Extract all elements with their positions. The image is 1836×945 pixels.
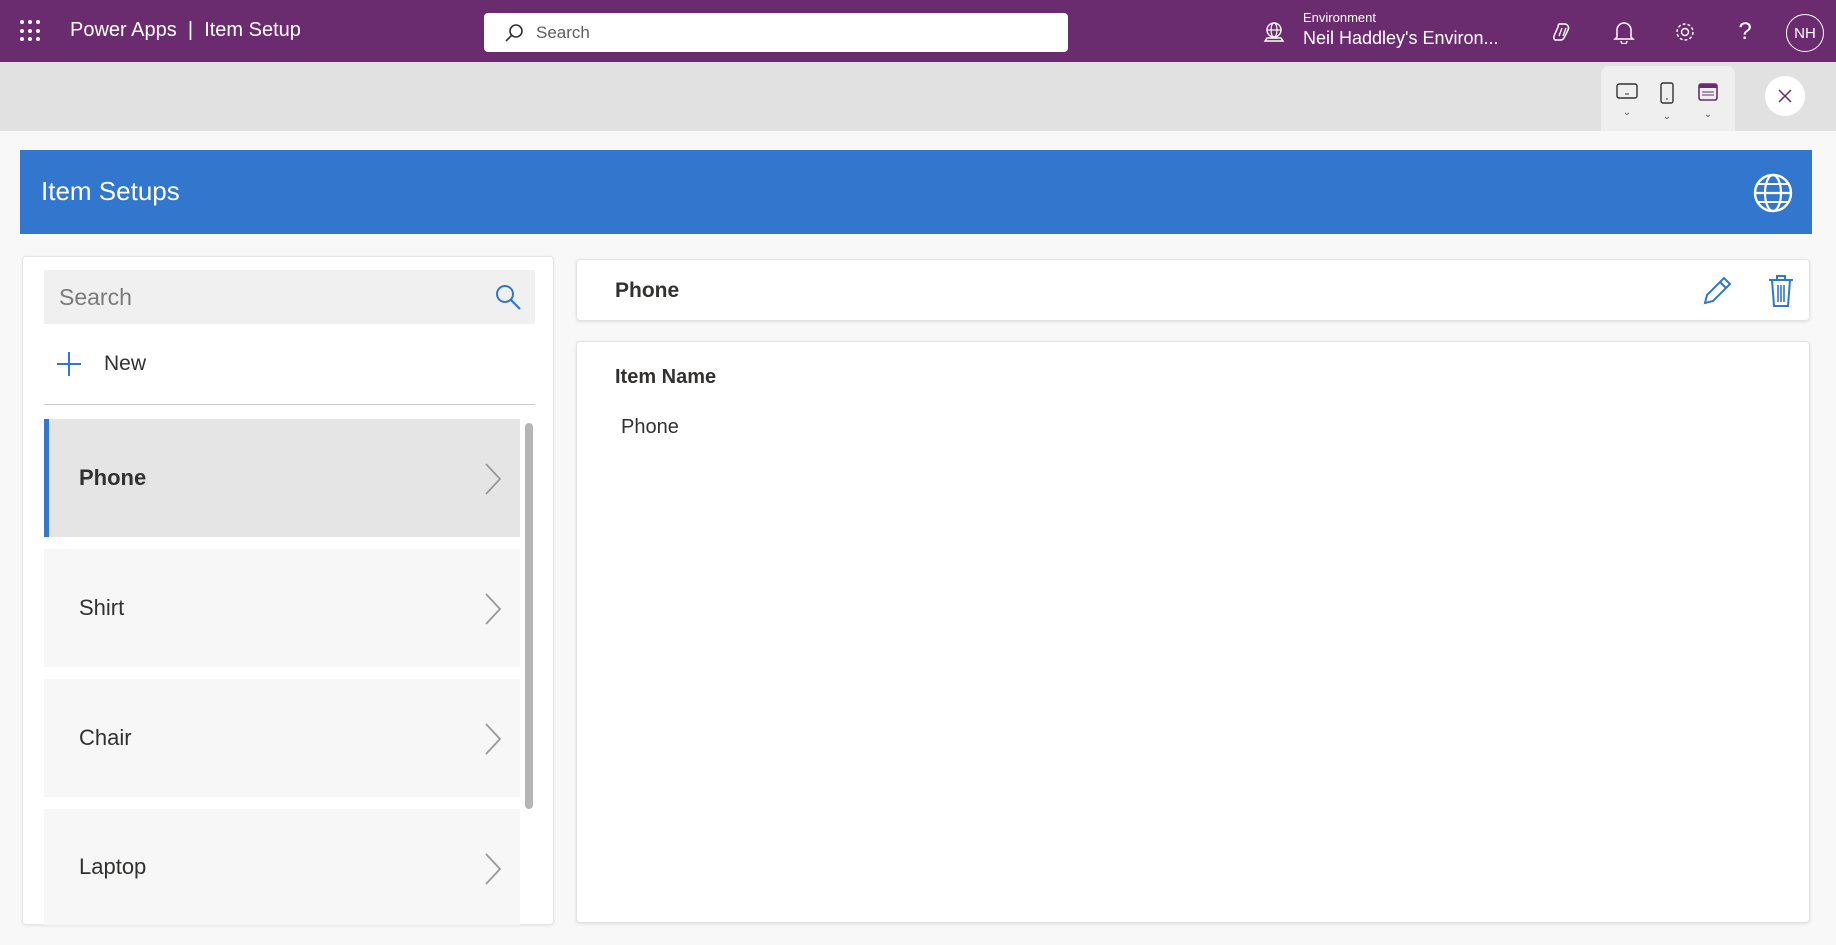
item-search-input[interactable]: Search: [44, 270, 535, 324]
globe-icon[interactable]: [1752, 172, 1794, 214]
environment-label: Environment: [1303, 10, 1376, 25]
top-bar: Power Apps | Item Setup Search Environme…: [0, 0, 1836, 62]
plus-icon: [57, 352, 81, 376]
copilot-icon[interactable]: [1549, 18, 1577, 46]
product-name[interactable]: Power Apps: [70, 19, 177, 41]
new-item-button[interactable]: New: [56, 351, 146, 377]
tablet-preview-button[interactable]: ⌄: [1612, 82, 1642, 118]
chevron-right-icon: [485, 723, 502, 755]
close-icon: [1778, 89, 1792, 103]
item-label: Chair: [79, 725, 132, 750]
web-layout-icon: [1698, 83, 1718, 101]
item-label: Phone: [79, 465, 147, 490]
tablet-icon: [1616, 83, 1638, 99]
user-avatar[interactable]: NH: [1786, 14, 1824, 52]
list-item[interactable]: Shirt: [44, 549, 520, 667]
title-separator: |: [187, 19, 194, 41]
app-launcher-icon[interactable]: [20, 20, 42, 42]
list-item[interactable]: Phone: [44, 419, 520, 537]
phone-preview-button[interactable]: ⌄: [1652, 82, 1682, 122]
chevron-right-icon: [485, 463, 502, 495]
list-scrollbar[interactable]: [525, 423, 533, 809]
new-label: New: [104, 352, 147, 375]
search-icon: [505, 23, 523, 42]
chevron-right-icon: [485, 853, 502, 885]
search-placeholder: Search: [536, 22, 590, 42]
detail-title-card: Phone: [576, 259, 1810, 321]
item-name-label: Item Name: [615, 366, 717, 388]
search-placeholder: Search: [59, 283, 132, 310]
app-header: Item Setups: [20, 150, 1812, 234]
global-search-input[interactable]: Search: [484, 13, 1068, 52]
item-name-value: Phone: [621, 416, 679, 438]
page-name: Item Setup: [204, 19, 301, 41]
item-label: Laptop: [79, 854, 147, 879]
app-title: Power Apps | Item Setup: [70, 19, 301, 42]
list-item[interactable]: Laptop: [44, 809, 520, 925]
environment-icon[interactable]: [1262, 20, 1286, 44]
divider: [44, 404, 535, 405]
app-header-title: Item Setups: [41, 176, 180, 206]
web-preview-button[interactable]: ⌄: [1693, 82, 1723, 120]
phone-icon: [1660, 82, 1674, 104]
edit-pencil-icon[interactable]: [1700, 274, 1734, 308]
detail-form-card: Item Name Phone: [576, 341, 1810, 923]
items-list-panel: Search New Phone Shirt Chair Laptop: [22, 256, 554, 925]
item-label: Shirt: [79, 595, 125, 620]
chevron-right-icon: [485, 593, 502, 625]
environment-picker[interactable]: Neil Haddley's Environ...: [1303, 28, 1499, 49]
help-icon[interactable]: ?: [1731, 18, 1759, 46]
selected-item-title: Phone: [615, 279, 680, 302]
list-item[interactable]: Chair: [44, 679, 520, 797]
notifications-bell-icon[interactable]: [1610, 18, 1638, 46]
settings-gear-icon[interactable]: [1671, 18, 1699, 46]
search-icon[interactable]: [493, 282, 523, 312]
close-preview-button[interactable]: [1765, 76, 1805, 116]
delete-trash-icon[interactable]: [1766, 274, 1796, 308]
